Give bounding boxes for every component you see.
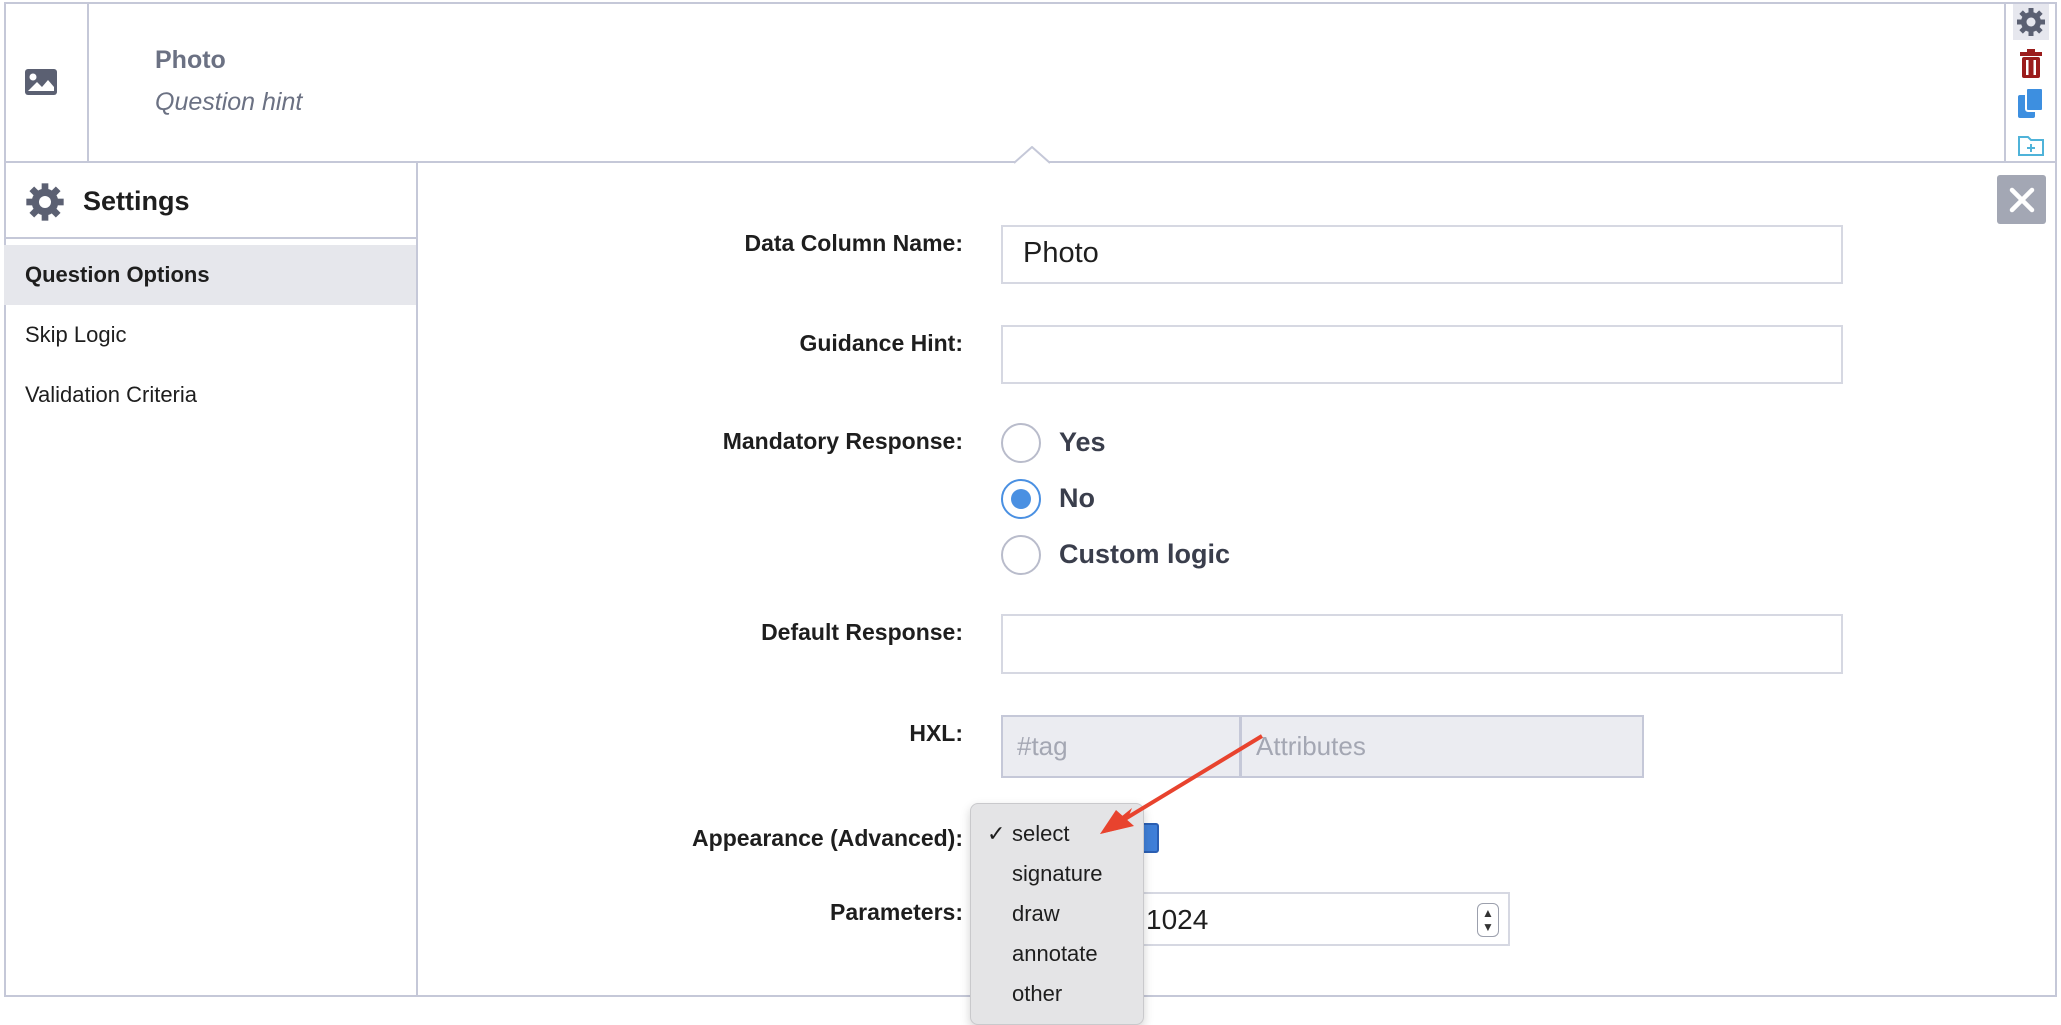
hxl-attributes-input[interactable]: Attributes <box>1240 715 1644 778</box>
annotation-arrow <box>1090 730 1270 840</box>
appearance-option-select[interactable]: select <box>1012 821 1069 847</box>
settings-title: Settings <box>83 186 190 216</box>
appearance-label: Appearance (Advanced): <box>692 825 963 851</box>
mandatory-custom-logic-radio[interactable] <box>1001 535 1041 575</box>
trash-icon[interactable] <box>2013 46 2049 82</box>
default-response-input[interactable] <box>1001 614 1843 674</box>
settings-header <box>4 163 416 239</box>
guidance-hint-input[interactable] <box>1001 325 1843 384</box>
mandatory-yes-label[interactable]: Yes <box>1059 427 1106 458</box>
gear-icon <box>25 182 65 222</box>
image-icon <box>24 68 58 96</box>
mandatory-custom-logic-label[interactable]: Custom logic <box>1059 539 1230 570</box>
settings-pointer <box>1013 145 1051 164</box>
appearance-option-annotate[interactable]: annotate <box>1012 941 1098 967</box>
hxl-label: HXL: <box>909 720 963 746</box>
parameters-label: Parameters: <box>830 899 963 925</box>
close-icon <box>2009 187 2034 212</box>
guidance-hint-label: Guidance Hint: <box>799 330 963 356</box>
default-response-label: Default Response: <box>761 619 963 645</box>
mandatory-no-label[interactable]: No <box>1059 483 1095 514</box>
data-column-name-label: Data Column Name: <box>744 230 963 256</box>
appearance-option-other[interactable]: other <box>1012 981 1062 1007</box>
copy-icon[interactable] <box>2013 85 2049 121</box>
mandatory-response-label: Mandatory Response: <box>722 428 963 454</box>
parameters-input[interactable]: 1024 <box>1120 892 1510 946</box>
stepper-icon[interactable]: ▲ ▼ <box>1477 903 1499 937</box>
mandatory-yes-radio[interactable] <box>1001 423 1041 463</box>
appearance-option-signature[interactable]: signature <box>1012 861 1103 887</box>
sidebar-item-skip-logic[interactable]: Skip Logic <box>4 305 416 365</box>
question-hint[interactable]: Question hint <box>155 88 302 117</box>
question-label[interactable]: Photo <box>155 46 226 75</box>
sidebar-item-question-options[interactable]: Question Options <box>4 245 416 305</box>
folder-plus-icon[interactable] <box>2013 127 2049 163</box>
appearance-option-draw[interactable]: draw <box>1012 901 1060 927</box>
check-icon: ✓ <box>987 821 1006 846</box>
mandatory-no-radio[interactable] <box>1001 479 1041 519</box>
close-button[interactable] <box>1997 175 2046 224</box>
sidebar-item-validation-criteria[interactable]: Validation Criteria <box>4 365 416 425</box>
settings-gear-icon[interactable] <box>2013 4 2049 40</box>
data-column-name-input[interactable]: Photo <box>1001 225 1843 284</box>
